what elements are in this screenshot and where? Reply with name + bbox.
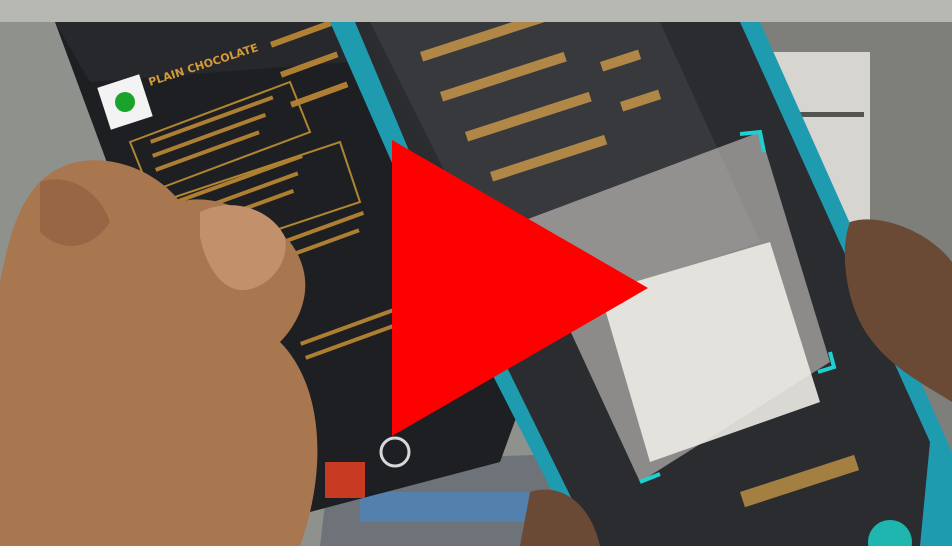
package-logo [325,462,365,498]
top-strip [0,0,952,22]
play-button[interactable] [392,140,648,436]
monitor-dock [360,492,530,522]
play-icon [392,140,648,436]
video-frame[interactable]: PLAIN CHOCOLATE [0,0,952,546]
play-triangle [392,140,648,436]
